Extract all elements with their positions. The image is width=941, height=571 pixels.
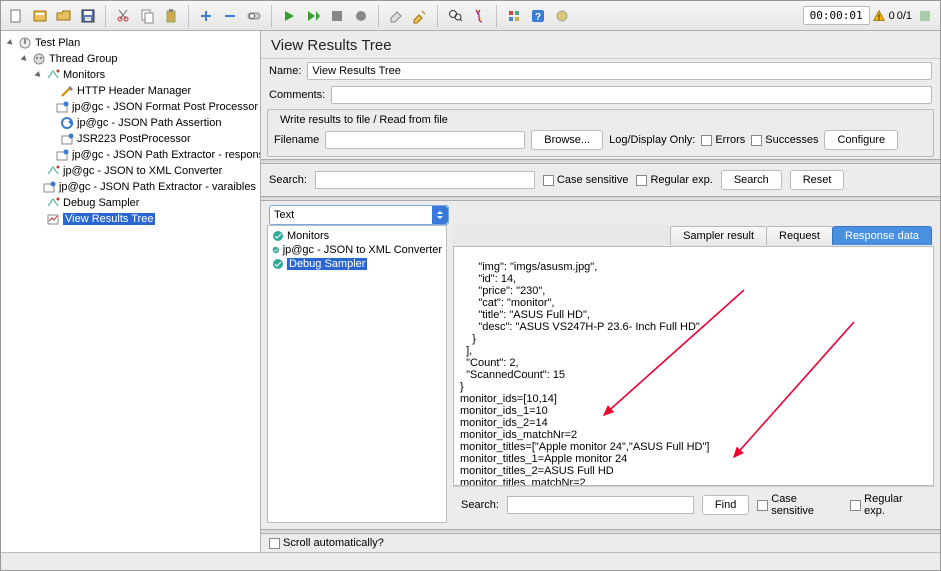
tree-node-test-plan[interactable]: Test Plan: [1, 35, 260, 51]
tree-node-json-extractor-var[interactable]: jp@gc - JSON Path Extractor - varaibles: [29, 179, 260, 195]
comments-label: Comments:: [269, 89, 325, 101]
annotation-arrow-1: [594, 285, 754, 425]
configure-button[interactable]: Configure: [824, 130, 898, 150]
function-helper-icon[interactable]: [503, 5, 525, 27]
clear-all-icon[interactable]: [409, 5, 431, 27]
name-input[interactable]: [307, 62, 932, 80]
mystery-icon[interactable]: [914, 5, 936, 27]
result-tabs: Sampler result Request Response data: [453, 225, 934, 247]
elapsed-timer: 00:00:01: [803, 6, 870, 25]
bottom-case-checkbox[interactable]: Case sensitive: [757, 493, 842, 517]
sampler-xml-converter[interactable]: jp@gc - JSON to XML Converter: [270, 243, 444, 257]
tree-node-jsr223[interactable]: JSR223 PostProcessor: [43, 131, 260, 147]
clear-icon[interactable]: [385, 5, 407, 27]
help-icon[interactable]: ?: [527, 5, 549, 27]
start-icon[interactable]: [278, 5, 300, 27]
logdisplay-label: Log/Display Only:: [609, 134, 695, 146]
stop-icon[interactable]: [326, 5, 348, 27]
panel-title: View Results Tree: [261, 31, 940, 59]
tree-node-json-post-processor[interactable]: jp@gc - JSON Format Post Processor: [43, 99, 260, 115]
warning-icon: [872, 9, 886, 23]
successes-checkbox[interactable]: Successes: [751, 134, 818, 146]
cut-icon[interactable]: [112, 5, 134, 27]
thread-count: 0/1: [897, 10, 912, 22]
bottom-regex-checkbox[interactable]: Regular exp.: [850, 493, 926, 517]
name-label: Name:: [269, 65, 301, 77]
tree-node-json-xml-converter[interactable]: jp@gc - JSON to XML Converter: [29, 163, 260, 179]
annotation-arrow-2: [724, 317, 864, 467]
main-toolbar: ? 00:00:01 0 0/1: [1, 1, 940, 31]
bottom-search-input[interactable]: [507, 496, 694, 514]
templates-icon[interactable]: [29, 5, 51, 27]
main-window: ? 00:00:01 0 0/1 Test Plan Thread Group: [0, 0, 941, 571]
tree-node-monitors[interactable]: Monitors: [29, 67, 260, 83]
copy-icon[interactable]: [136, 5, 158, 27]
sampler-tree[interactable]: Monitors jp@gc - JSON to XML Converter D…: [267, 225, 447, 523]
comments-input[interactable]: [331, 86, 932, 104]
open-icon[interactable]: [53, 5, 75, 27]
search-icon[interactable]: [444, 5, 466, 27]
renderer-dropdown[interactable]: Text: [269, 205, 449, 225]
results-panel: View Results Tree Name: Comments: Write …: [261, 31, 940, 552]
scroll-auto-checkbox[interactable]: Scroll automatically?: [269, 537, 384, 549]
status-bar: [1, 552, 940, 570]
tree-node-http-header[interactable]: HTTP Header Manager: [43, 83, 260, 99]
search-input[interactable]: [315, 171, 535, 189]
filename-label: Filename: [274, 134, 319, 146]
tree-node-view-results[interactable]: View Results Tree: [29, 211, 260, 227]
save-icon[interactable]: [77, 5, 99, 27]
regex-checkbox[interactable]: Regular exp.: [636, 174, 712, 186]
search-label: Search:: [269, 174, 307, 186]
tree-node-json-extractor-resp[interactable]: jp@gc - JSON Path Extractor - response: [43, 147, 260, 163]
sampler-debug[interactable]: Debug Sampler: [270, 257, 444, 271]
reset-search-icon[interactable]: [468, 5, 490, 27]
new-icon[interactable]: [5, 5, 27, 27]
start-no-timers-icon[interactable]: [302, 5, 324, 27]
tab-sampler-result[interactable]: Sampler result: [670, 226, 767, 245]
search-button[interactable]: Search: [721, 170, 782, 190]
shutdown-icon[interactable]: [350, 5, 372, 27]
toggle-icon[interactable]: [243, 5, 265, 27]
response-output[interactable]: "img": "imgs/asusm.jpg", "id": 14, "pric…: [453, 247, 934, 486]
write-results-fieldset: Write results to file / Read from file F…: [267, 109, 934, 157]
errors-checkbox[interactable]: Errors: [701, 134, 745, 146]
tab-request[interactable]: Request: [766, 226, 833, 245]
paste-icon[interactable]: [160, 5, 182, 27]
reset-button[interactable]: Reset: [790, 170, 845, 190]
svg-text:?: ?: [535, 12, 541, 23]
fieldset-legend: Write results to file / Read from file: [276, 114, 452, 126]
tree-node-json-assertion[interactable]: jp@gc - JSON Path Assertion: [43, 115, 260, 131]
expand-icon[interactable]: [195, 5, 217, 27]
what-icon[interactable]: [551, 5, 573, 27]
find-button[interactable]: Find: [702, 495, 749, 515]
tab-response-data[interactable]: Response data: [832, 226, 932, 245]
tree-node-debug-sampler[interactable]: Debug Sampler: [29, 195, 260, 211]
browse-button[interactable]: Browse...: [531, 130, 603, 150]
filename-input[interactable]: [325, 131, 525, 149]
bottom-search-label: Search:: [461, 499, 499, 511]
tree-node-thread-group[interactable]: Thread Group: [15, 51, 260, 67]
test-plan-tree[interactable]: Test Plan Thread Group Monitors HTTP Hea…: [1, 31, 261, 552]
collapse-icon[interactable]: [219, 5, 241, 27]
sampler-monitors[interactable]: Monitors: [270, 229, 444, 243]
warning-indicator[interactable]: 0: [872, 9, 895, 23]
case-sensitive-checkbox[interactable]: Case sensitive: [543, 174, 629, 186]
